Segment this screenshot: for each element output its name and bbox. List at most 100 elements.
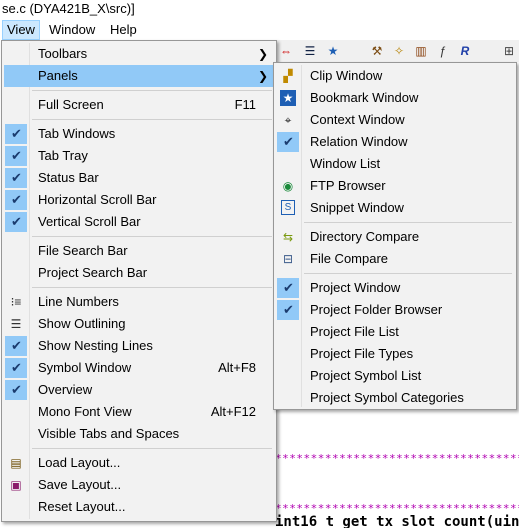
save-layout-icon: ▣ (10, 478, 22, 492)
menu-item-clip-window[interactable]: ▞ Clip Window (276, 65, 514, 87)
menu-item-project-symbol-categories[interactable]: Project Symbol Categories (276, 387, 514, 409)
checkmark-icon: ✔ (11, 192, 22, 207)
menu-item-label: Show Nesting Lines (38, 338, 153, 353)
menu-item-project-file-list[interactable]: Project File List (276, 321, 514, 343)
menu-item-save-layout[interactable]: ▣ Save Layout... (4, 474, 274, 496)
menu-item-mono-font-view[interactable]: Mono Font View Alt+F12 (4, 401, 274, 423)
menu-item-directory-compare[interactable]: ⇆ Directory Compare (276, 226, 514, 248)
directory-compare-icon: ⇆ (282, 230, 294, 244)
menu-item-label: Tab Tray (38, 148, 88, 163)
menu-item-reset-layout[interactable]: Reset Layout... (4, 496, 274, 518)
menu-item-load-layout[interactable]: ▤ Load Layout... (4, 452, 274, 474)
menu-item-project-file-types[interactable]: Project File Types (276, 343, 514, 365)
menu-item-label: Project File List (310, 324, 399, 339)
menu-item-file-compare[interactable]: ⊟ File Compare (276, 248, 514, 270)
menu-item-label: Relation Window (310, 134, 408, 149)
function-icon[interactable]: ƒ (435, 43, 451, 59)
menu-help[interactable]: Help (106, 21, 141, 39)
bookmark-icon: ★ (280, 90, 296, 106)
menu-item-tab-tray[interactable]: ✔ Tab Tray (4, 145, 274, 167)
menu-item-relation-window[interactable]: ✔ Relation Window (276, 131, 514, 153)
menu-item-status-bar[interactable]: ✔ Status Bar (4, 167, 274, 189)
menu-item-label: Visible Tabs and Spaces (38, 426, 180, 441)
menu-item-ftp-browser[interactable]: ◉ FTP Browser (276, 175, 514, 197)
menu-item-horizontal-scroll-bar[interactable]: ✔ Horizontal Scroll Bar (4, 189, 274, 211)
compare-icon[interactable]: ⇔ (278, 43, 294, 59)
checkmark-icon: ✔ (11, 338, 22, 353)
icon-gutter: ☰ (5, 314, 27, 334)
menu-item-full-screen[interactable]: Full Screen F11 (4, 94, 274, 116)
icon-gutter: ▣ (5, 475, 27, 495)
star-icon[interactable]: ★ (325, 43, 341, 59)
tools-icon[interactable]: ⚒ (369, 43, 385, 59)
menu-item-label: Load Layout... (38, 455, 121, 470)
separator (304, 222, 512, 223)
checkmark-icon: ✔ (11, 148, 22, 163)
menu-item-label: Project File Types (310, 346, 414, 361)
checkmark-icon: ✔ (11, 360, 22, 375)
menu-item-visible-tabs-and-spaces[interactable]: Visible Tabs and Spaces (4, 423, 274, 445)
menu-item-context-window[interactable]: ⌖ Context Window (276, 109, 514, 131)
icon-gutter: ▞ (277, 66, 299, 86)
panels-submenu: ▞ Clip Window ★ Bookmark Window ⌖ Contex… (273, 62, 517, 410)
menu-item-label: File Search Bar (38, 243, 128, 258)
menu-item-bookmark-window[interactable]: ★ Bookmark Window (276, 87, 514, 109)
check-gutter: ✔ (5, 146, 27, 166)
checkmark-icon: ✔ (11, 170, 22, 185)
separator (32, 90, 272, 91)
load-layout-icon: ▤ (10, 456, 22, 470)
menu-item-tab-windows[interactable]: ✔ Tab Windows (4, 123, 274, 145)
menu-item-label: Line Numbers (38, 294, 119, 309)
menu-item-project-window[interactable]: ✔ Project Window (276, 277, 514, 299)
checkmark-icon: ✔ (11, 382, 22, 397)
checkmark-icon: ✔ (11, 126, 22, 141)
menu-item-show-outlining[interactable]: ☰ Show Outlining (4, 313, 274, 335)
context-icon: ⌖ (284, 113, 292, 127)
menu-item-project-symbol-list[interactable]: Project Symbol List (276, 365, 514, 387)
icon-gutter: ★ (277, 88, 299, 108)
separator (32, 448, 272, 449)
icon-gutter: ◉ (277, 176, 299, 196)
r-icon[interactable]: R (457, 43, 473, 59)
menu-item-label: Status Bar (38, 170, 99, 185)
comment-stars: ************************************* (275, 452, 519, 462)
menu-item-toolbars[interactable]: Toolbars ❯ (4, 43, 274, 65)
menu-item-vertical-scroll-bar[interactable]: ✔ Vertical Scroll Bar (4, 211, 274, 233)
grid-icon[interactable]: ⊞ (501, 43, 517, 59)
check-gutter: ✔ (277, 300, 299, 320)
clip-window-icon: ▞ (283, 69, 293, 83)
sparkle-icon[interactable]: ✧ (391, 43, 407, 59)
snippet-icon: S (281, 200, 295, 215)
checkmark-icon: ✔ (283, 280, 294, 295)
menu-item-window-list[interactable]: Window List (276, 153, 514, 175)
icon-gutter: ⌖ (277, 110, 299, 130)
menu-item-label: Context Window (310, 112, 405, 127)
menu-window[interactable]: Window (45, 21, 99, 39)
menu-item-panels[interactable]: Panels ❯ (4, 65, 274, 87)
menu-view[interactable]: View (2, 20, 40, 40)
menu-item-label: File Compare (310, 251, 389, 266)
menu-item-project-search-bar[interactable]: Project Search Bar (4, 262, 274, 284)
menubar: View Window Help (0, 20, 519, 40)
menu-item-overview[interactable]: ✔ Overview (4, 379, 274, 401)
list-icon[interactable]: ☰ (302, 43, 318, 59)
menu-item-label: Panels (38, 68, 78, 83)
check-gutter: ✔ (5, 124, 27, 144)
menu-item-label: Toolbars (38, 46, 88, 61)
book-icon[interactable]: ▥ (413, 43, 429, 59)
menu-item-project-folder-browser[interactable]: ✔ Project Folder Browser (276, 299, 514, 321)
separator (32, 119, 272, 120)
shortcut-label: Alt+F12 (210, 404, 256, 419)
menu-item-file-search-bar[interactable]: File Search Bar (4, 240, 274, 262)
menu-item-symbol-window[interactable]: ✔ Symbol Window Alt+F8 (4, 357, 274, 379)
menu-item-show-nesting-lines[interactable]: ✔ Show Nesting Lines (4, 335, 274, 357)
toolbar: ⇔ ☰ ★ ⚒ ✧ ▥ ƒ R ⊞ (275, 40, 519, 63)
check-gutter: ✔ (5, 212, 27, 232)
shortcut-label: Alt+F8 (218, 360, 256, 375)
menu-item-snippet-window[interactable]: S Snippet Window (276, 197, 514, 219)
separator (32, 236, 272, 237)
file-compare-icon: ⊟ (282, 252, 294, 266)
menu-item-label: Clip Window (310, 68, 383, 83)
menu-item-line-numbers[interactable]: ⁝≡ Line Numbers (4, 291, 274, 313)
menu-item-label: Project Symbol Categories (310, 390, 464, 405)
